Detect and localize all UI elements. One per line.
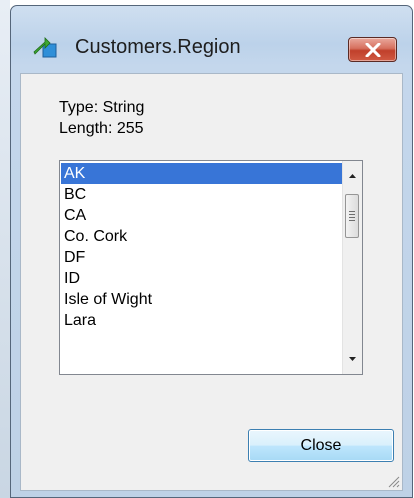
scroll-thumb[interactable] [345,194,359,238]
list-item[interactable]: AK [61,163,344,184]
grip-line [349,220,355,221]
dialog-client-area: Type: String Length: 255 AK BC CA Co. Co… [20,73,403,491]
close-icon [365,43,381,57]
vertical-scrollbar[interactable] [342,161,362,374]
scroll-up-button[interactable] [343,167,362,186]
list-item[interactable]: Co. Cork [61,226,344,247]
field-length-label: Length: 255 [59,120,144,137]
grip-line [349,214,355,215]
close-button[interactable]: Close [248,429,394,462]
chevron-up-icon [349,174,356,178]
field-type-label: Type: String [59,99,145,116]
grip-line [349,217,355,218]
window-close-button[interactable] [348,37,397,62]
list-item[interactable]: Isle of Wight [61,289,344,310]
list-item[interactable]: ID [61,268,344,289]
chevron-down-icon [349,357,356,361]
list-item[interactable]: CA [61,205,344,226]
customers-region-dialog: Customers.Region Type: String Length: 25… [10,5,413,498]
window-title: Customers.Region [75,36,241,58]
list-item[interactable]: BC [61,184,344,205]
values-list: AK BC CA Co. Cork DF ID Isle of Wight La… [61,163,344,331]
field-arrow-icon [33,34,59,60]
resize-grip-icon[interactable] [386,474,400,488]
list-item[interactable]: Lara [61,310,344,331]
grip-line [349,211,355,212]
desktop-background [0,0,10,498]
list-item[interactable]: DF [61,247,344,268]
scroll-down-button[interactable] [343,349,362,368]
values-listbox[interactable]: AK BC CA Co. Cork DF ID Isle of Wight La… [59,160,363,375]
